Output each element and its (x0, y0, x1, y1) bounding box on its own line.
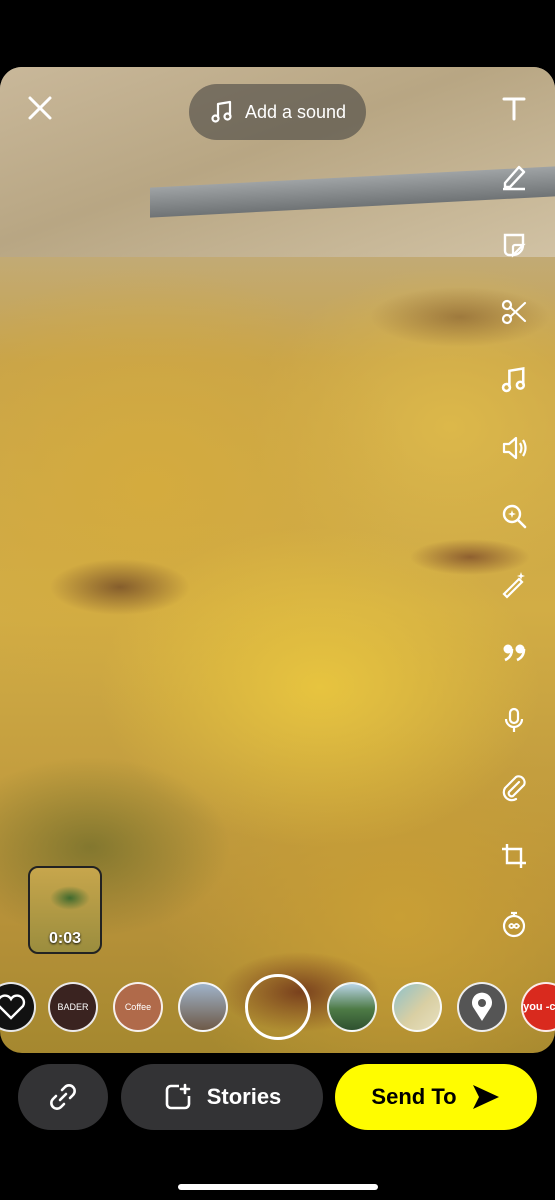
lens-capture[interactable] (245, 974, 311, 1040)
link-icon (50, 1084, 76, 1110)
microphone-icon (504, 707, 524, 732)
attach-tool[interactable] (491, 765, 537, 811)
lens-hills[interactable] (327, 982, 377, 1032)
lens-you[interactable]: you -con (521, 982, 555, 1032)
lens-location[interactable] (457, 982, 507, 1032)
send-arrow-icon (472, 1085, 499, 1109)
lens-coffee[interactable]: Coffee (113, 982, 163, 1032)
lens-heart[interactable] (0, 982, 36, 1032)
lens-landscape[interactable] (178, 982, 228, 1032)
bottom-action-bar: Stories Send To (0, 1053, 555, 1200)
quote-icon (503, 644, 526, 662)
home-indicator (178, 1184, 378, 1190)
magic-wand-icon (502, 572, 525, 599)
volume-tool[interactable] (491, 425, 537, 471)
add-sound-button[interactable]: Add a sound (189, 84, 366, 140)
video-duration: 0:03 (48, 930, 82, 947)
timer-tool[interactable] (491, 901, 537, 947)
lens-beach[interactable] (392, 982, 442, 1032)
music-note-icon (211, 100, 232, 123)
sparkle-search-icon (502, 504, 527, 529)
magic-tool[interactable] (491, 561, 537, 607)
lens-bader[interactable]: BADER (48, 982, 98, 1032)
crop-tool[interactable] (491, 833, 537, 879)
quote-tool[interactable] (491, 629, 537, 675)
volume-icon (502, 436, 527, 460)
search-lens-tool[interactable] (491, 493, 537, 539)
send-to-label: Send To (371, 1084, 457, 1109)
add-sound-label: Add a sound (244, 101, 347, 122)
scissors-icon (501, 299, 527, 325)
music-tool[interactable] (491, 357, 537, 403)
stories-button[interactable]: Stories (121, 1064, 323, 1130)
text-icon (502, 97, 526, 121)
link-button[interactable] (18, 1064, 108, 1130)
location-pin-icon (472, 992, 492, 1021)
close-icon (28, 96, 52, 120)
sticker-tool[interactable] (491, 221, 537, 267)
pencil-icon (503, 165, 526, 191)
lens-carousel: BADER Coffee you -con (0, 974, 555, 1040)
music-note-icon (501, 366, 526, 393)
lens-bader-label: BADER (57, 1002, 89, 1012)
close-button[interactable] (20, 88, 60, 128)
draw-tool[interactable] (491, 153, 537, 199)
add-story-icon (165, 1083, 191, 1110)
stories-label: Stories (206, 1084, 282, 1109)
timer-icon (502, 911, 526, 938)
sticker-icon (503, 233, 526, 258)
voice-tool[interactable] (491, 697, 537, 743)
text-tool[interactable] (491, 85, 537, 131)
lens-coffee-label: Coffee (124, 1002, 152, 1012)
scissors-tool[interactable] (491, 289, 537, 335)
send-to-button[interactable]: Send To (335, 1064, 537, 1130)
paperclip-icon (502, 775, 526, 802)
video-thumbnail[interactable]: 0:03 (28, 866, 102, 954)
crop-icon (502, 844, 526, 868)
heart-icon (0, 994, 26, 1020)
editing-tools-rail (491, 85, 537, 969)
lens-you-label: you -con (523, 1001, 555, 1013)
